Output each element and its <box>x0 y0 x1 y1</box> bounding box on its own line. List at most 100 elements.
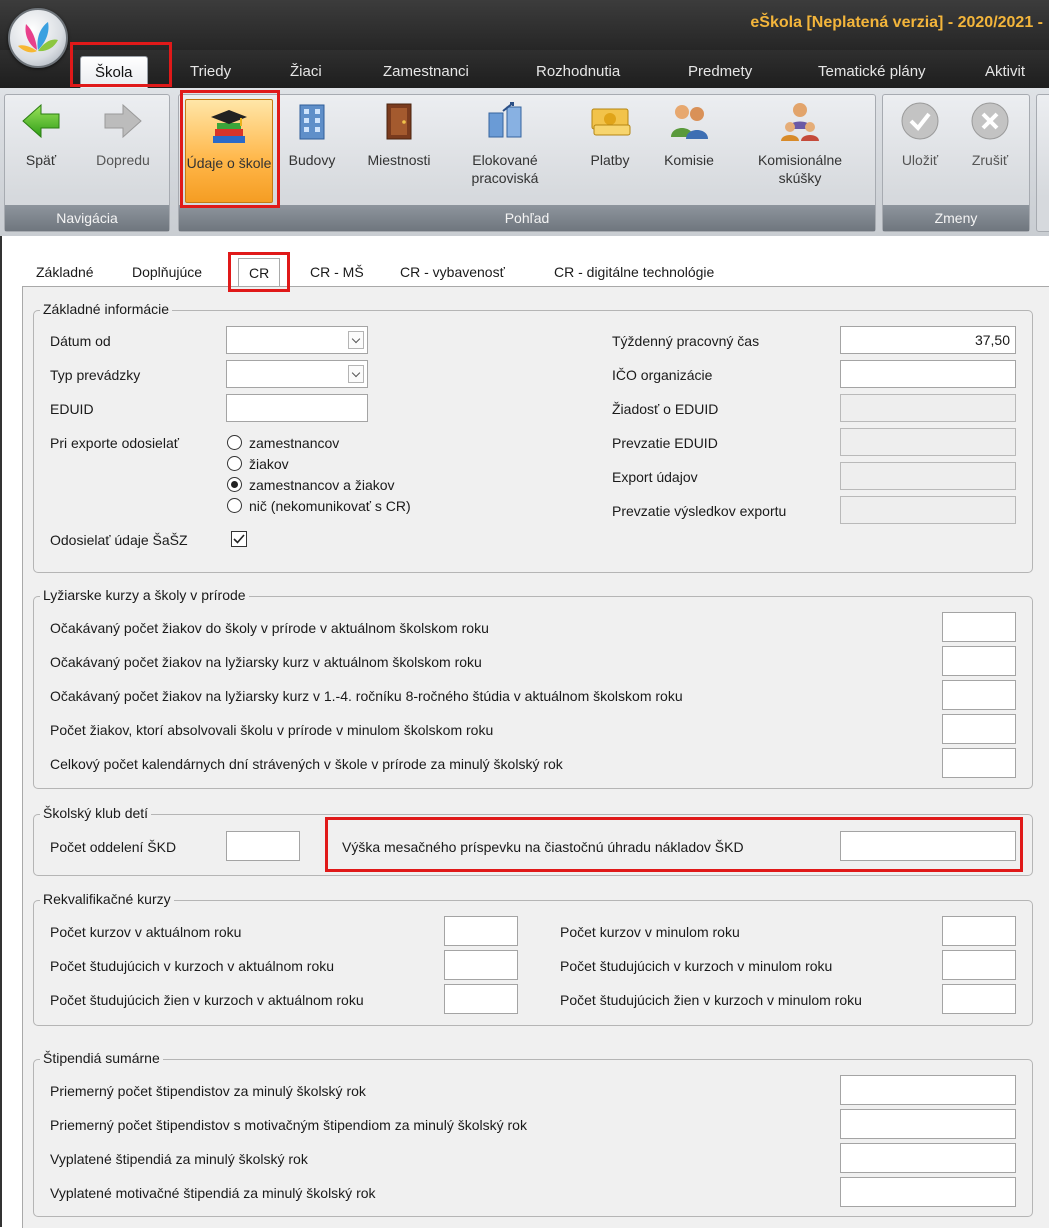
weekly-hours-label: Týždenný pracovný čas <box>612 333 760 349</box>
commission-exams-button[interactable]: Komisionálne skúšky <box>735 99 865 187</box>
ski-row-label: Očakávaný počet žiakov na lyžiarsky kurz… <box>50 688 683 704</box>
tab-cr-digitalne[interactable]: CR - digitálne technológie <box>554 258 714 286</box>
commissions-label: Komisie <box>664 152 714 168</box>
ribbon-group-changes: Uložiť Zrušiť Zmeny <box>882 94 1030 232</box>
school-info-button[interactable]: Údaje o škole <box>185 99 273 203</box>
scholar-row-input[interactable] <box>840 1075 1016 1105</box>
rooms-button[interactable]: Miestnosti <box>351 99 447 169</box>
scholarships-legend: Štipendiá sumárne <box>40 1050 163 1066</box>
scholarships-group: Štipendiá sumárne Priemerný počet štipen… <box>33 1050 1033 1217</box>
eduid-request-field <box>840 394 1016 422</box>
chevron-down-icon[interactable] <box>348 365 364 383</box>
radio-zamestnancov-label: zamestnancov <box>249 435 340 451</box>
weekly-hours-input[interactable]: 37,50 <box>840 326 1016 354</box>
scholar-row-input[interactable] <box>840 1109 1016 1139</box>
menu-tab-predmety[interactable]: Predmety <box>688 58 752 86</box>
eduid-input[interactable] <box>226 394 368 422</box>
ski-row-input[interactable] <box>942 714 1016 744</box>
menu-tab-triedy[interactable]: Triedy <box>190 58 231 86</box>
export-results-label: Prevzatie výsledkov exportu <box>612 503 787 519</box>
tab-cr-ms[interactable]: CR - MŠ <box>310 258 364 286</box>
radio-zamestnancov-a-ziakov[interactable] <box>227 477 242 492</box>
ico-input[interactable] <box>840 360 1016 388</box>
requal-left-label: Počet kurzov v aktuálnom roku <box>50 924 242 940</box>
scholar-row-input[interactable] <box>840 1177 1016 1207</box>
school-books-icon <box>211 110 247 143</box>
tab-doplnujuce[interactable]: Doplňujúce <box>132 258 202 286</box>
detached-workplaces-button[interactable]: Elokované pracoviská <box>455 99 555 187</box>
export-results-field <box>840 496 1016 524</box>
radio-nic-label: nič (nekomunikovať s CR) <box>249 498 411 514</box>
school-club-legend: Školský klub detí <box>40 805 152 821</box>
requal-left-input[interactable] <box>444 984 518 1014</box>
ski-row-input[interactable] <box>942 680 1016 710</box>
menu-tab-tematicke-plany[interactable]: Tematické plány <box>818 58 926 86</box>
buildings-button[interactable]: Budovy <box>279 99 345 169</box>
scholar-row-label: Vyplatené motivačné štipendiá za minulý … <box>50 1185 376 1201</box>
scholar-row-input[interactable] <box>840 1143 1016 1173</box>
radio-ziakov[interactable] <box>227 456 242 471</box>
scholar-row-label: Priemerný počet štipendistov za minulý š… <box>50 1083 366 1099</box>
ribbon-group-view: Údaje o škole Budovy Miestnosti Elokovan… <box>178 94 876 232</box>
cancel-button[interactable]: Zrušiť <box>959 99 1021 169</box>
requal-left-input[interactable] <box>444 916 518 946</box>
back-label: Späť <box>25 152 57 168</box>
save-label: Uložiť <box>901 152 939 168</box>
workplaces-icon <box>488 102 522 138</box>
club-departments-input[interactable] <box>226 831 300 861</box>
menu-tab-aktivity[interactable]: Aktivit <box>985 58 1025 86</box>
club-fee-label: Výška mesačného príspevku na čiastočnú ú… <box>342 839 744 855</box>
ski-row-label: Celkový počet kalendárnych dní strávenýc… <box>50 756 563 772</box>
eduid-request-label: Žiadosť o EDUID <box>612 401 719 417</box>
menu-tab-zamestnanci[interactable]: Zamestnanci <box>383 58 469 86</box>
operation-type-combo[interactable] <box>226 360 368 388</box>
commission-exams-label: Komisionálne skúšky <box>757 152 843 186</box>
tab-cr-vybavenost[interactable]: CR - vybavenosť <box>400 258 505 286</box>
requal-left-input[interactable] <box>444 950 518 980</box>
requal-right-input[interactable] <box>942 984 1016 1014</box>
tab-cr[interactable]: CR <box>238 258 281 288</box>
forward-button[interactable]: Dopredu <box>83 99 163 169</box>
export-send-label: Pri exporte odosielať <box>50 435 179 451</box>
sassz-checkbox[interactable] <box>231 531 247 547</box>
ski-row-input[interactable] <box>942 646 1016 676</box>
export-data-label: Export údajov <box>612 469 698 485</box>
payments-button[interactable]: Platby <box>577 99 643 169</box>
commissions-button[interactable]: Komisie <box>651 99 727 169</box>
cancel-circle-icon <box>971 102 1009 140</box>
ski-row-input[interactable] <box>942 748 1016 778</box>
club-fee-input[interactable] <box>840 831 1016 861</box>
tab-zakladne[interactable]: Základné <box>36 258 94 286</box>
check-circle-icon <box>901 102 939 140</box>
app-menu-button[interactable] <box>8 8 68 68</box>
cancel-label: Zrušiť <box>971 152 1009 168</box>
requal-left-label: Počet študujúcich žien v kurzoch v aktuá… <box>50 992 364 1008</box>
arrow-left-icon <box>22 103 60 139</box>
club-departments-label: Počet oddelení ŠKD <box>50 839 177 855</box>
checkmark-icon <box>233 534 245 544</box>
requal-right-input[interactable] <box>942 950 1016 980</box>
radio-nic[interactable] <box>227 498 242 513</box>
requal-left-label: Počet študujúcich v kurzoch v aktuálnom … <box>50 958 335 974</box>
requal-right-input[interactable] <box>942 916 1016 946</box>
people-group-icon <box>671 105 708 139</box>
menu-tab-rozhodnutia[interactable]: Rozhodnutia <box>536 58 620 86</box>
ski-row-input[interactable] <box>942 612 1016 642</box>
ski-courses-legend: Lyžiarske kurzy a školy v prírode <box>40 587 249 603</box>
menu-bar: Škola Triedy Žiaci Zamestnanci Rozhodnut… <box>0 50 1049 89</box>
rooms-label: Miestnosti <box>367 152 431 168</box>
back-button[interactable]: Späť <box>11 99 71 169</box>
requal-right-label: Počet kurzov v minulom roku <box>560 924 740 940</box>
menu-tab-skola[interactable]: Škola <box>80 56 148 89</box>
group-label-view: Pohľad <box>179 205 875 231</box>
chevron-down-icon[interactable] <box>348 331 364 349</box>
date-from-combo[interactable] <box>226 326 368 354</box>
app-logo-icon <box>18 22 58 53</box>
menu-tab-ziaci[interactable]: Žiaci <box>290 58 322 86</box>
door-icon <box>386 103 412 140</box>
save-button[interactable]: Uložiť <box>889 99 951 169</box>
window-title: eŠkola [Neplatená verzia] - 2020/2021 - <box>750 14 1043 31</box>
radio-zamestnancov[interactable] <box>227 435 242 450</box>
ski-row-label: Očakávaný počet žiakov do školy v prírod… <box>50 620 489 636</box>
money-icon <box>591 108 631 136</box>
